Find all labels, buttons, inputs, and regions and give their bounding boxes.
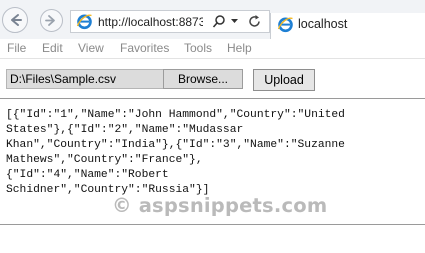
separator-line [0, 98, 425, 99]
json-line: {"Id":"4","Name":"Robert [6, 169, 169, 181]
forward-button[interactable] [40, 9, 63, 32]
separator-line-bottom [0, 224, 425, 225]
file-path-field[interactable]: D:\Files\Sample.csv [6, 69, 164, 89]
arrow-right-icon [45, 15, 55, 26]
watermark: © aspsnippets.com [112, 194, 328, 217]
json-line: [{"Id":"1","Name":"John Hammond","Countr… [6, 109, 345, 121]
menu-help[interactable]: Help [227, 41, 252, 55]
tab-localhost[interactable]: localhost [270, 13, 425, 39]
back-button[interactable] [2, 7, 28, 33]
menu-view[interactable]: View [78, 41, 104, 55]
address-url[interactable]: http://localhost:8873/( [98, 14, 203, 30]
json-line: States"},{"Id":"2","Name":"Mudassar [6, 124, 244, 136]
browse-button[interactable]: Browse... [163, 69, 243, 89]
arrow-left-icon [11, 14, 22, 26]
ie-logo-icon [277, 17, 293, 33]
upload-button[interactable]: Upload [253, 69, 315, 91]
json-line: Mathews","Country":"France"}, [6, 154, 203, 166]
address-bar[interactable]: http://localhost:8873/( [70, 10, 270, 33]
ie-logo-icon [76, 14, 92, 30]
json-output: [{"Id":"1","Name":"John Hammond","Countr… [6, 108, 421, 198]
menu-file[interactable]: File [7, 41, 26, 55]
browser-toolbar: http://localhost:8873/( localhost [0, 0, 425, 39]
search-icon[interactable] [212, 14, 226, 29]
menu-favorites[interactable]: Favorites [120, 41, 169, 55]
menu-tools[interactable]: Tools [184, 41, 212, 55]
refresh-icon[interactable] [247, 14, 262, 29]
menu-bar: File Edit View Favorites Tools Help [0, 39, 425, 59]
tab-title: localhost [298, 17, 348, 31]
menu-edit[interactable]: Edit [42, 41, 63, 55]
json-line: Khan","Country":"India"},{"Id":"3","Name… [6, 139, 345, 151]
chevron-down-icon[interactable] [230, 17, 239, 25]
